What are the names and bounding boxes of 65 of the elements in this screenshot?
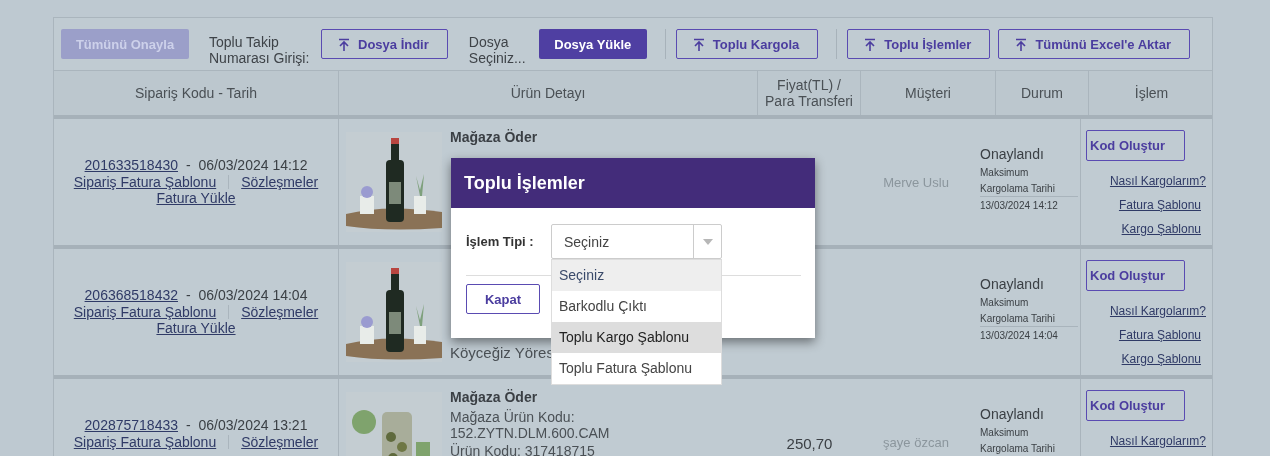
order-link[interactable]: Sözleşmeler bbox=[241, 173, 319, 190]
order-link[interactable]: Fatura Yükle bbox=[156, 190, 236, 206]
order-date: - 06/03/2024 13:21 bbox=[186, 417, 308, 433]
order-date: - 06/03/2024 14:12 bbox=[186, 157, 308, 173]
max-date-label: Kargolama Tarihi bbox=[980, 312, 1078, 327]
toolbar-label: Toplu Takip Numarası Girişi: bbox=[209, 34, 311, 66]
toolbar-button[interactable]: Toplu Kargola bbox=[675, 29, 819, 59]
action-link[interactable]: Nasıl Kargolarım? bbox=[1109, 433, 1206, 449]
column-header: Durum bbox=[1021, 85, 1063, 101]
action-link[interactable]: Fatura Şablonu bbox=[1118, 327, 1201, 343]
max-date-value: 13/03/2024 14:04 bbox=[980, 329, 1058, 343]
toolbar-label: Dosya Seçiniz... bbox=[468, 34, 527, 66]
dropdown-option[interactable]: Toplu Fatura Şablonu bbox=[552, 353, 721, 384]
product-detail-text: Ürün Kodu: 317418715 bbox=[450, 443, 596, 456]
order-link[interactable]: Sözleşmeler bbox=[241, 303, 319, 320]
order-link[interactable]: Sipariş Fatura Şablonu bbox=[73, 433, 217, 450]
action-link[interactable]: Kargo Şablonu bbox=[1121, 351, 1201, 367]
status-text: Onaylandı bbox=[980, 406, 1044, 422]
status-text: Onaylandı bbox=[980, 146, 1044, 162]
order-link[interactable]: Sözleşmeler bbox=[241, 433, 319, 450]
product-detail-text: Mağaza Öder bbox=[450, 389, 539, 405]
order-code-link[interactable]: 201633518430 bbox=[84, 157, 178, 173]
product-detail-text: Mağaza Öder bbox=[450, 129, 539, 145]
dropdown-option[interactable]: Toplu Kargo Şablonu bbox=[552, 322, 721, 353]
action-link[interactable]: Nasıl Kargolarım? bbox=[1109, 173, 1206, 189]
order-code-link[interactable]: 202875718433 bbox=[84, 417, 178, 433]
dropdown-option[interactable]: Barkodlu Çıktı bbox=[552, 291, 721, 322]
column-header: İşlem bbox=[1134, 85, 1169, 101]
action-link[interactable]: Nasıl Kargolarım? bbox=[1109, 303, 1206, 319]
max-date-label: Maksimum bbox=[980, 166, 1029, 180]
order-date: - 06/03/2024 14:04 bbox=[186, 287, 308, 303]
dropdown-option[interactable]: Seçiniz bbox=[552, 260, 721, 291]
modal-title: Toplu İşlemler bbox=[464, 172, 585, 194]
column-header: Fiyat(TL) / Para Transferi bbox=[764, 77, 854, 109]
create-code-button[interactable]: Kod Oluştur bbox=[1086, 390, 1185, 421]
action-link[interactable]: Kargo Şablonu bbox=[1121, 221, 1201, 237]
upload-icon bbox=[338, 37, 350, 51]
field-label: İşlem Tipi : bbox=[466, 234, 535, 249]
status-text: Onaylandı bbox=[980, 276, 1044, 292]
toolbar-button[interactable]: Tümünü Excel'e Aktar bbox=[998, 29, 1190, 59]
toolbar-button[interactable]: Dosya İndir bbox=[321, 29, 448, 59]
max-date-label: Kargolama Tarihi bbox=[980, 442, 1078, 456]
upload-icon bbox=[864, 37, 877, 51]
column-header: Ürün Detayı bbox=[510, 85, 586, 101]
column-header: Sipariş Kodu - Tarih bbox=[135, 85, 257, 101]
close-button[interactable]: Kapat bbox=[466, 284, 540, 314]
column-header: Müşteri bbox=[905, 85, 951, 101]
max-date-label: Maksimum bbox=[980, 296, 1029, 310]
order-code-link[interactable]: 206368518432 bbox=[84, 287, 178, 303]
action-link[interactable]: Fatura Şablonu bbox=[1118, 197, 1201, 213]
max-date-label: Maksimum bbox=[980, 426, 1029, 440]
price-text: 250,70 bbox=[786, 435, 833, 452]
upload-icon bbox=[692, 37, 705, 51]
order-link[interactable]: Fatura Yükle bbox=[156, 320, 236, 336]
toolbar-button[interactable]: Dosya Yükle bbox=[538, 29, 647, 59]
max-date-label: Kargolama Tarihi bbox=[980, 182, 1078, 197]
toolbar-button[interactable]: Toplu İşlemler bbox=[847, 29, 991, 59]
order-link[interactable]: Sipariş Fatura Şablonu bbox=[73, 303, 217, 320]
max-date-value: 13/03/2024 14:12 bbox=[980, 199, 1058, 213]
create-code-button[interactable]: Kod Oluştur bbox=[1086, 260, 1185, 291]
product-detail-text: Mağaza Ürün Kodu: 152.ZYTN.DLM.600.CAM bbox=[450, 409, 611, 441]
order-link[interactable]: Sipariş Fatura Şablonu bbox=[73, 173, 217, 190]
upload-icon bbox=[1015, 37, 1028, 51]
create-code-button[interactable]: Kod Oluştur bbox=[1086, 130, 1185, 161]
dropdown-arrow-icon bbox=[702, 238, 713, 245]
